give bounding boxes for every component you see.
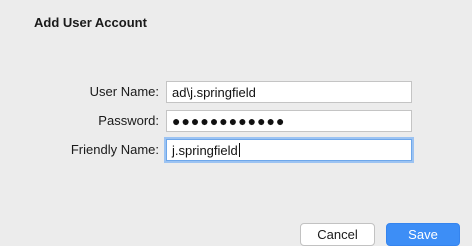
friendly-name-input[interactable]: j.springfield — [166, 139, 412, 161]
password-value: ●●●●●●●●●●●● — [172, 113, 286, 129]
friendly-name-row: Friendly Name: j.springfield — [0, 139, 472, 161]
user-name-row: User Name: ad\j.springfield — [0, 81, 472, 103]
save-button[interactable]: Save — [386, 223, 460, 246]
dialog-title: Add User Account — [34, 15, 147, 30]
user-name-value: ad\j.springfield — [172, 85, 256, 100]
text-caret — [238, 143, 240, 157]
friendly-name-label: Friendly Name: — [70, 142, 159, 157]
cancel-button[interactable]: Cancel — [300, 223, 375, 246]
friendly-name-value: j.springfield — [172, 143, 238, 158]
password-input[interactable]: ●●●●●●●●●●●● — [166, 110, 412, 132]
user-name-input[interactable]: ad\j.springfield — [166, 81, 412, 103]
password-row: Password: ●●●●●●●●●●●● — [0, 110, 472, 132]
add-user-account-dialog: Add User Account User Name: ad\j.springf… — [0, 0, 472, 246]
user-name-label: User Name: — [89, 84, 159, 99]
password-label: Password: — [98, 113, 159, 128]
